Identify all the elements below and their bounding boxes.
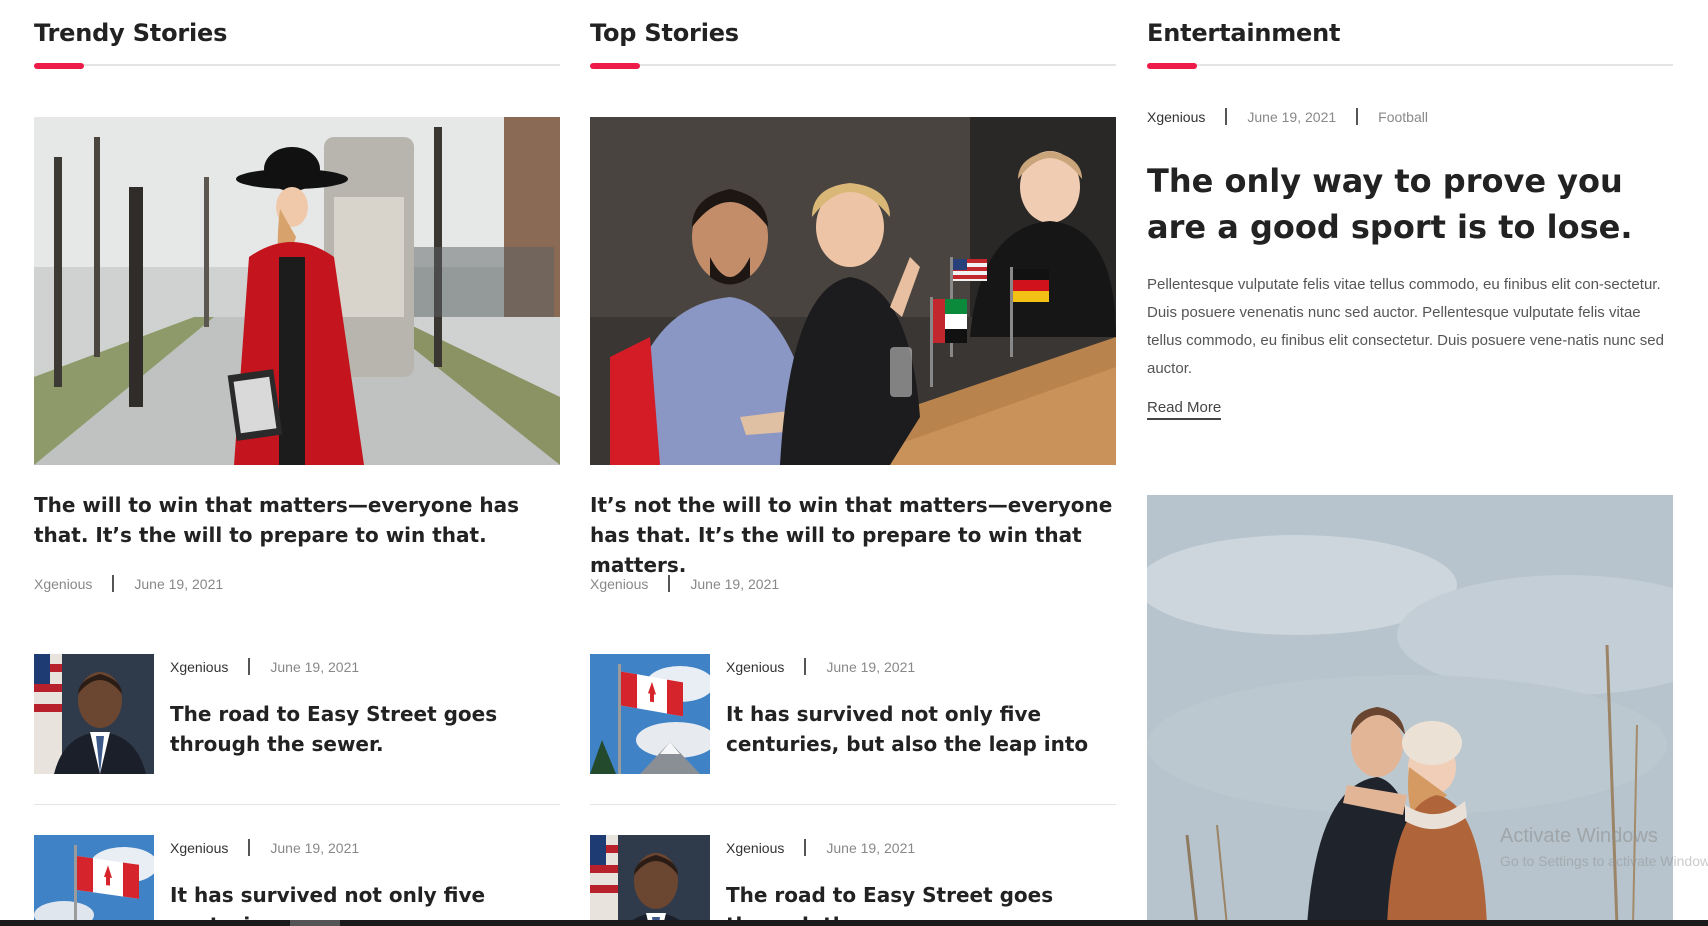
hero-story-title[interactable]: The will to win that matters—everyone ha…	[34, 490, 560, 550]
section-title: Trendy Stories	[34, 19, 228, 47]
post-date: June 19, 2021	[134, 575, 224, 592]
author-name[interactable]: Xgenious	[34, 576, 92, 592]
activate-windows-watermark: Activate Windows	[1500, 825, 1658, 847]
post-category[interactable]: Football	[1378, 109, 1428, 125]
post-date: June 19, 2021	[1247, 108, 1337, 125]
read-more-link[interactable]: Read More	[1147, 399, 1222, 420]
post-date: June 19, 2021	[270, 658, 360, 675]
hero-story-title[interactable]: It’s not the will to win that matters—ev…	[590, 490, 1116, 580]
thumbnail-canada-flag[interactable]	[34, 835, 154, 926]
section-header: Top Stories	[590, 0, 1116, 69]
feature-meta: Xgenious June 19, 2021 Football	[1147, 108, 1428, 125]
meta-separator	[1356, 108, 1359, 125]
scrollbar-thumb[interactable]	[290, 920, 340, 926]
section-accent-bar	[590, 63, 640, 69]
list-divider	[34, 804, 560, 805]
list-item: Xgenious June 19, 2021 It has survived n…	[590, 654, 1116, 774]
trendy-stories-column: Trendy Stories The will to win that matt…	[34, 0, 560, 926]
item-meta: Xgenious June 19, 2021	[726, 658, 915, 675]
thumbnail-portrait[interactable]	[590, 835, 710, 926]
author-name[interactable]: Xgenious	[726, 840, 784, 856]
meta-separator	[248, 658, 251, 675]
author-name[interactable]: Xgenious	[590, 576, 648, 592]
author-name[interactable]: Xgenious	[726, 659, 784, 675]
feature-title[interactable]: The only way to prove you are a good spo…	[1147, 158, 1673, 250]
thumbnail-portrait[interactable]	[34, 654, 154, 774]
meta-separator	[1225, 108, 1228, 125]
post-date: June 19, 2021	[690, 575, 780, 592]
author-name[interactable]: Xgenious	[170, 840, 228, 856]
author-name[interactable]: Xgenious	[1147, 109, 1205, 125]
list-item: Xgenious June 19, 2021 The road to Easy …	[590, 835, 1116, 926]
meta-separator	[248, 839, 251, 856]
hero-story-meta: Xgenious June 19, 2021	[34, 575, 223, 592]
hero-image-woman-red-coat[interactable]	[34, 117, 560, 465]
item-meta: Xgenious June 19, 2021	[170, 658, 359, 675]
author-name[interactable]: Xgenious	[170, 659, 228, 675]
list-item: Xgenious June 19, 2021 The road to Easy …	[34, 654, 560, 774]
section-accent-bar	[34, 63, 84, 69]
entertainment-column: Entertainment Xgenious June 19, 2021 Foo…	[1147, 0, 1673, 926]
section-header: Entertainment	[1147, 0, 1673, 69]
top-stories-column: Top Stories It’s not the will to win tha…	[590, 0, 1116, 926]
item-meta: Xgenious June 19, 2021	[726, 839, 915, 856]
section-title: Top Stories	[590, 19, 739, 47]
item-title[interactable]: It has survived not only five centuries,…	[726, 699, 1116, 759]
horizontal-scrollbar[interactable]	[0, 920, 1708, 926]
list-divider	[590, 804, 1116, 805]
section-title: Entertainment	[1147, 19, 1341, 47]
post-date: June 19, 2021	[270, 839, 360, 856]
thumbnail-canada-flag[interactable]	[590, 654, 710, 774]
hero-story-meta: Xgenious June 19, 2021	[590, 575, 779, 592]
item-title[interactable]: The road to Easy Street goes through the…	[170, 699, 560, 759]
item-meta: Xgenious June 19, 2021	[170, 839, 359, 856]
post-date: June 19, 2021	[826, 658, 916, 675]
meta-separator	[804, 839, 807, 856]
meta-separator	[112, 575, 115, 592]
list-item: Xgenious June 19, 2021 It has survived n…	[34, 835, 560, 926]
meta-separator	[804, 658, 807, 675]
post-date: June 19, 2021	[826, 839, 916, 856]
section-accent-bar	[1147, 63, 1197, 69]
feature-description: Pellentesque vulputate felis vitae tellu…	[1147, 276, 1664, 377]
activate-windows-subtext: Go to Settings to activate Windows.	[1500, 853, 1708, 869]
meta-separator	[668, 575, 671, 592]
section-header: Trendy Stories	[34, 0, 560, 69]
hero-image-business-meeting[interactable]	[590, 117, 1116, 465]
